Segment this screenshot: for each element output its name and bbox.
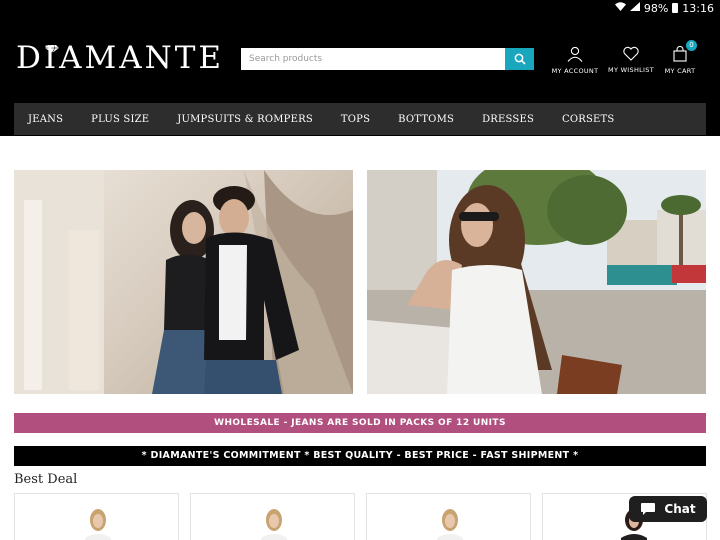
status-bar: 98% 13:16 [0, 0, 720, 16]
site-logo[interactable]: DIAMANTE [16, 38, 221, 78]
search-input[interactable] [241, 48, 505, 70]
battery-icon [672, 3, 679, 13]
product-image [85, 509, 111, 540]
search-button[interactable] [505, 48, 534, 70]
heart-icon [623, 46, 639, 61]
hero-banner-couple[interactable] [14, 170, 353, 394]
nav-item-jumpsuits-rompers[interactable]: JUMPSUITS & ROMPERS [163, 114, 327, 125]
nav-item-corsets[interactable]: CORSETS [548, 114, 628, 125]
wifi-icon [614, 2, 626, 14]
search-icon [514, 53, 526, 65]
product-card[interactable] [14, 493, 179, 540]
cart-count-badge: 0 [686, 40, 697, 51]
bag-icon [673, 46, 687, 62]
my-cart-label: MY CART [664, 67, 696, 75]
nav-item-jeans[interactable]: JEANS [14, 114, 77, 125]
product-card[interactable] [190, 493, 355, 540]
chat-bubble-icon [641, 503, 656, 515]
nav-item-plus-size[interactable]: PLUS SIZE [77, 114, 163, 125]
chat-button[interactable]: Chat [629, 496, 707, 522]
product-card[interactable] [366, 493, 531, 540]
nav-item-dresses[interactable]: DRESSES [468, 114, 548, 125]
product-image [437, 509, 463, 540]
my-account-label: MY ACCOUNT [551, 67, 599, 75]
nav-item-bottoms[interactable]: BOTTOMS [384, 114, 468, 125]
signal-icon [629, 2, 640, 14]
user-icon [567, 46, 583, 62]
search-bar [241, 48, 534, 70]
hero-couple-image [14, 170, 353, 394]
battery-level: 98% [643, 1, 669, 15]
commitment-banner: * DIAMANTE'S COMMITMENT * BEST QUALITY -… [14, 446, 706, 466]
best-deal-heading: Best Deal [14, 472, 78, 487]
site-header: DIAMANTE MY ACCOUNT MY WISHLIST 0 MY CAR… [0, 16, 720, 136]
my-cart-link[interactable]: 0 MY CART [650, 40, 710, 78]
logo-text: DIAMANTE [16, 40, 225, 76]
product-image [261, 509, 287, 540]
hero-banner-sunglasses[interactable] [367, 170, 706, 394]
wholesale-banner: WHOLESALE - JEANS ARE SOLD IN PACKS OF 1… [14, 413, 706, 433]
nav-item-tops[interactable]: TOPS [327, 114, 384, 125]
clock: 13:16 [682, 1, 714, 15]
main-nav: JEANS PLUS SIZE JUMPSUITS & ROMPERS TOPS… [14, 103, 706, 135]
chat-label: Chat [664, 502, 696, 516]
my-account-link[interactable]: MY ACCOUNT [545, 46, 605, 78]
hero-sunglasses-image [367, 170, 706, 394]
